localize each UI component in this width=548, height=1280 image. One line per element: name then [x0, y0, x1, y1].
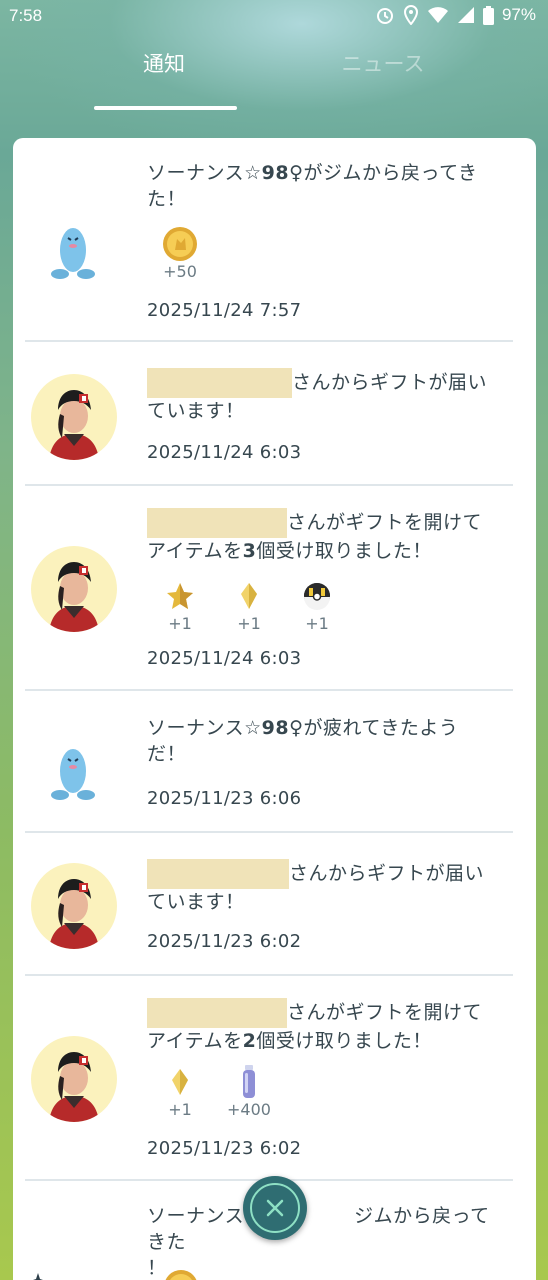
wynaut-icon	[51, 228, 95, 279]
reward-item: +1	[293, 578, 341, 633]
redacted-name	[147, 368, 292, 398]
status-time: 7:58	[9, 6, 43, 25]
list-item[interactable]: ソーナンス☆98♀が疲れてきたようだ！ 2025/11/23 6:06	[13, 691, 536, 831]
candy-xl-icon	[241, 583, 257, 609]
reward-item: +400	[225, 1064, 273, 1119]
status-icons: 97%	[375, 5, 536, 25]
reward-amount: +1	[168, 1100, 192, 1119]
battery-icon	[482, 5, 494, 25]
wynaut-icon	[51, 749, 95, 800]
close-icon	[266, 1199, 284, 1217]
location-icon	[403, 5, 418, 25]
reward-amount: +400	[227, 1100, 271, 1119]
tab-notifications[interactable]: 通知	[74, 48, 254, 78]
status-bar: 7:58 97%	[0, 0, 548, 32]
notification-message: ソーナンス ジムから戻ってきた！	[147, 1205, 490, 1279]
list-item[interactable]: さんからギフトが届い ています！ 2025/11/23 6:02	[13, 833, 536, 975]
reward-amount: +1	[237, 614, 261, 633]
reward-item: +1	[156, 1064, 204, 1119]
notification-date: 2025/11/23 6:06	[147, 788, 302, 809]
pokecoin-icon	[163, 227, 197, 261]
signal-icon	[457, 7, 474, 23]
redacted-name	[147, 998, 287, 1028]
reward-amount: +50	[163, 262, 197, 281]
list-item[interactable]: ソーナンス☆98♀がジムから戻ってきた！ +50 2025/11/24 7:57	[13, 138, 536, 342]
avatar	[31, 374, 117, 460]
list-item[interactable]: さんからギフトが届い ています！ 2025/11/24 6:03	[13, 342, 536, 484]
battery-percent: 97%	[501, 5, 536, 24]
notification-message: さんからギフトが届い ています！	[147, 859, 497, 915]
notification-list[interactable]: ソーナンス☆98♀がジムから戻ってきた！ +50 2025/11/24 7:57…	[13, 138, 536, 1280]
list-item[interactable]: さんがギフトを開けて アイテムを2個受け取りました！ +1 +400 2025/1…	[13, 976, 536, 1180]
candy-xl-icon	[172, 1069, 188, 1095]
pokecoin-icon	[165, 1270, 197, 1280]
notification-message: ソーナンス☆98♀が疲れてきたようだ！	[147, 717, 459, 765]
reward-amount: +1	[305, 614, 329, 633]
reward-amount: +1	[168, 614, 192, 633]
tab-bar: 通知 ニュース	[0, 44, 548, 114]
reward-item: +50	[156, 226, 204, 281]
avatar	[31, 863, 117, 949]
notification-date: 2025/11/24 6:03	[147, 442, 302, 463]
avatar	[31, 546, 117, 632]
notification-message: さんからギフトが届い ています！	[147, 368, 497, 424]
stardust-piece-icon	[167, 583, 193, 609]
reward-item: +1	[156, 578, 204, 633]
redacted-name	[147, 508, 287, 538]
notification-date: 2025/11/24 7:57	[147, 300, 302, 321]
avatar	[31, 1036, 117, 1122]
redacted-name	[147, 859, 289, 889]
notification-date: 2025/11/23 6:02	[147, 931, 302, 952]
wifi-icon	[427, 7, 448, 23]
ultra-ball-icon	[304, 583, 330, 610]
potion-icon	[243, 1065, 255, 1098]
reward-item: +1	[225, 578, 273, 633]
alarm-icon	[376, 8, 393, 24]
close-button[interactable]	[243, 1176, 307, 1240]
list-item[interactable]: さんがギフトを開けて アイテムを3個受け取りました！ +1 +1 +1 2025/…	[13, 486, 536, 690]
tab-indicator	[94, 106, 237, 110]
notification-message: さんがギフトを開けて アイテムを2個受け取りました！	[147, 998, 497, 1054]
notification-message: さんがギフトを開けて アイテムを3個受け取りました！	[147, 508, 497, 564]
notification-date: 2025/11/23 6:02	[147, 1138, 302, 1159]
close-button-ring	[250, 1183, 300, 1233]
notification-message: ソーナンス☆98♀がジムから戻ってきた！	[147, 162, 478, 210]
tab-news[interactable]: ニュース	[293, 48, 473, 78]
notification-date: 2025/11/24 6:03	[147, 648, 302, 669]
sparkle-icon	[33, 1273, 43, 1280]
